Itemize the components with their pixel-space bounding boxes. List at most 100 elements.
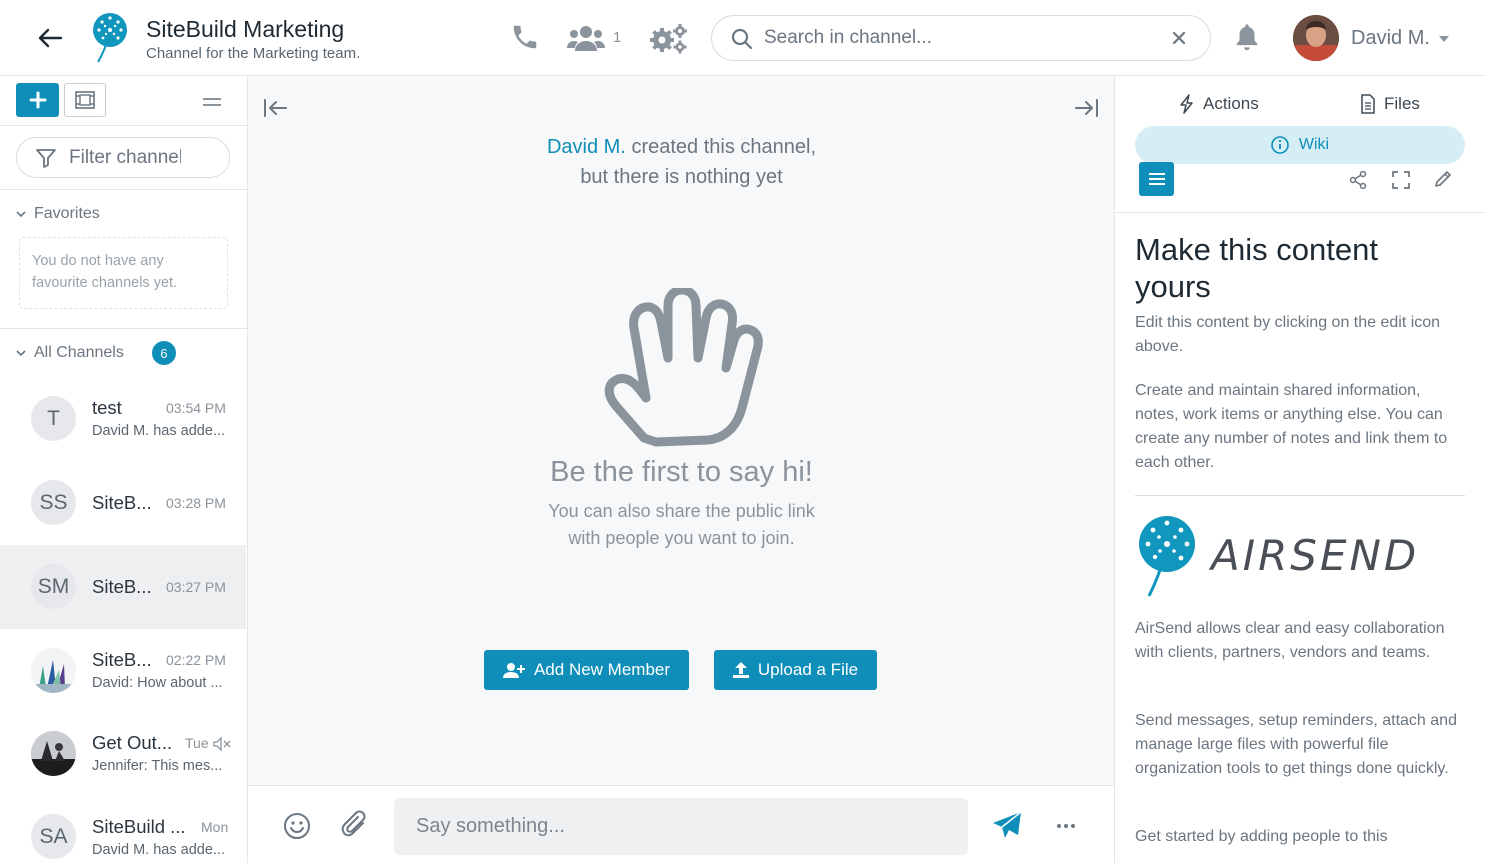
divider — [0, 189, 247, 190]
all-channels-section-toggle[interactable]: All Channels 6 — [16, 341, 176, 365]
channel-subtitle: Channel for the Marketing team. — [146, 45, 361, 62]
plus-icon — [29, 91, 46, 109]
channel-time: Tue — [185, 735, 209, 751]
favorites-label: Favorites — [34, 205, 100, 222]
nothing-yet-text: but there is nothing yet — [580, 166, 783, 188]
divider — [0, 328, 247, 329]
users-icon[interactable] — [567, 24, 605, 52]
share-line-1: You can also share the public link — [548, 501, 815, 521]
collapse-left-icon[interactable] — [262, 98, 288, 118]
bell-icon[interactable] — [1233, 22, 1261, 52]
dashboard-button[interactable] — [64, 83, 106, 117]
expand-icon[interactable] — [1392, 171, 1410, 189]
channel-time: 03:54 PM — [166, 400, 226, 416]
channel-avatar: SS — [31, 480, 76, 525]
channel-created-message: David M. created this channel, but there… — [248, 132, 1115, 192]
channel-preview: David M. has adde... — [92, 842, 225, 858]
channel-count-badge: 6 — [151, 341, 176, 365]
paperclip-icon[interactable] — [341, 810, 369, 840]
channel-title: SiteBuild Marketing — [146, 16, 345, 42]
channel-name: test — [92, 397, 122, 418]
wiki-panel: Actions Files Wiki Make this content you… — [1115, 76, 1485, 863]
header: SiteBuild Marketing Channel for the Mark… — [0, 0, 1485, 76]
channel-filter — [16, 137, 230, 178]
muted-icon — [213, 736, 231, 752]
filter-icon — [36, 149, 56, 168]
channel-name: SiteB... — [92, 649, 152, 670]
wiki-title: Make this content yours — [1135, 232, 1378, 304]
search-input[interactable] — [764, 24, 1164, 52]
wiki-paragraph: Send messages, setup reminders, attach a… — [1135, 712, 1457, 777]
channel-item-sm[interactable]: SM SiteB... 03:27 PM — [0, 545, 246, 629]
wave-hand-icon — [604, 288, 763, 447]
tab-actions-label: Actions — [1203, 94, 1259, 113]
tab-wiki-label: Wiki — [1298, 136, 1330, 153]
channel-sidebar: Favorites You do not have any favourite … — [0, 76, 248, 863]
tab-actions[interactable]: Actions — [1179, 94, 1259, 114]
more-icon[interactable] — [1056, 823, 1076, 829]
share-icon[interactable] — [1348, 171, 1368, 189]
wiki-paragraph: Create and maintain shared information, … — [1135, 382, 1448, 471]
channel-time: 02:22 PM — [166, 652, 226, 668]
user-avatar[interactable] — [1293, 15, 1339, 61]
add-channel-button[interactable] — [16, 83, 59, 117]
channel-item-sitebuild-image[interactable]: SiteB... 02:22 PM David: How about ... — [0, 629, 246, 713]
filter-input[interactable] — [69, 146, 181, 170]
back-arrow-icon — [38, 28, 63, 48]
chevron-down-icon[interactable] — [1439, 36, 1449, 42]
back-button[interactable] — [36, 24, 64, 52]
add-new-member-button[interactable]: Add New Member — [484, 650, 689, 690]
info-icon — [1271, 136, 1289, 154]
channel-avatar-image — [31, 731, 76, 776]
lightning-icon — [1180, 94, 1193, 114]
channel-item-get-out[interactable]: Get Out... Tue Jennifer: This mes... — [0, 713, 246, 797]
channel-search — [711, 15, 1211, 61]
created-text: created this channel, — [631, 136, 817, 158]
pencil-icon[interactable] — [1433, 171, 1453, 189]
upload-file-button[interactable]: Upload a File — [714, 650, 877, 690]
tab-wiki[interactable]: Wiki — [1135, 126, 1465, 164]
phone-icon[interactable] — [510, 22, 540, 52]
channel-name: SiteB... — [92, 576, 152, 597]
airsend-wordmark: AIRSEND — [1211, 531, 1420, 580]
channel-item-test[interactable]: T test 03:54 PM David M. has adde... — [0, 377, 246, 461]
message-input[interactable] — [394, 798, 968, 855]
collapse-right-icon[interactable] — [1074, 98, 1100, 118]
channel-avatar: SA — [31, 814, 76, 859]
airsend-logo-icon — [1139, 516, 1195, 597]
upload-icon — [732, 662, 749, 678]
wiki-paragraph: AirSend allows clear and easy collaborat… — [1135, 620, 1445, 661]
share-link-text: You can also share the public link with … — [248, 498, 1115, 552]
wiki-menu-button[interactable] — [1139, 162, 1174, 196]
upload-file-label: Upload a File — [757, 660, 859, 679]
gears-icon[interactable] — [649, 22, 689, 54]
clear-icon[interactable] — [1170, 29, 1188, 47]
channel-avatar-image — [31, 648, 76, 693]
add-user-icon — [502, 663, 525, 678]
emoji-icon[interactable] — [283, 812, 311, 840]
channel-item-sa[interactable]: SA SiteBuild ... Mon David M. has adde..… — [0, 797, 246, 863]
channel-name: SiteBuild ... — [92, 816, 186, 837]
add-new-member-label: Add New Member — [533, 660, 671, 679]
divider — [1135, 495, 1465, 496]
file-icon — [1361, 94, 1375, 114]
channel-name: SiteB... — [92, 492, 152, 513]
creator-name[interactable]: David M. — [547, 136, 626, 158]
divider — [1115, 212, 1485, 213]
sidebar-collapse-button[interactable] — [203, 98, 221, 106]
menu-icon — [1148, 173, 1165, 185]
dashboard-icon — [75, 91, 95, 109]
message-area: David M. created this channel, but there… — [248, 76, 1115, 863]
channel-time: 03:28 PM — [166, 495, 226, 511]
all-channels-label: All Channels — [34, 344, 124, 361]
favorites-section-toggle[interactable]: Favorites — [16, 205, 100, 223]
channel-avatar: SM — [31, 564, 76, 609]
tab-files[interactable]: Files — [1360, 94, 1420, 114]
favorites-empty-message: You do not have any favourite channels y… — [19, 237, 228, 309]
user-name[interactable]: David M. — [1351, 27, 1430, 50]
channel-item-ss[interactable]: SS SiteB... 03:28 PM — [0, 461, 246, 545]
channel-avatar: T — [31, 396, 76, 441]
chevron-down-icon — [16, 211, 26, 218]
share-line-2: with people you want to join. — [568, 528, 795, 548]
send-icon[interactable] — [991, 810, 1023, 840]
